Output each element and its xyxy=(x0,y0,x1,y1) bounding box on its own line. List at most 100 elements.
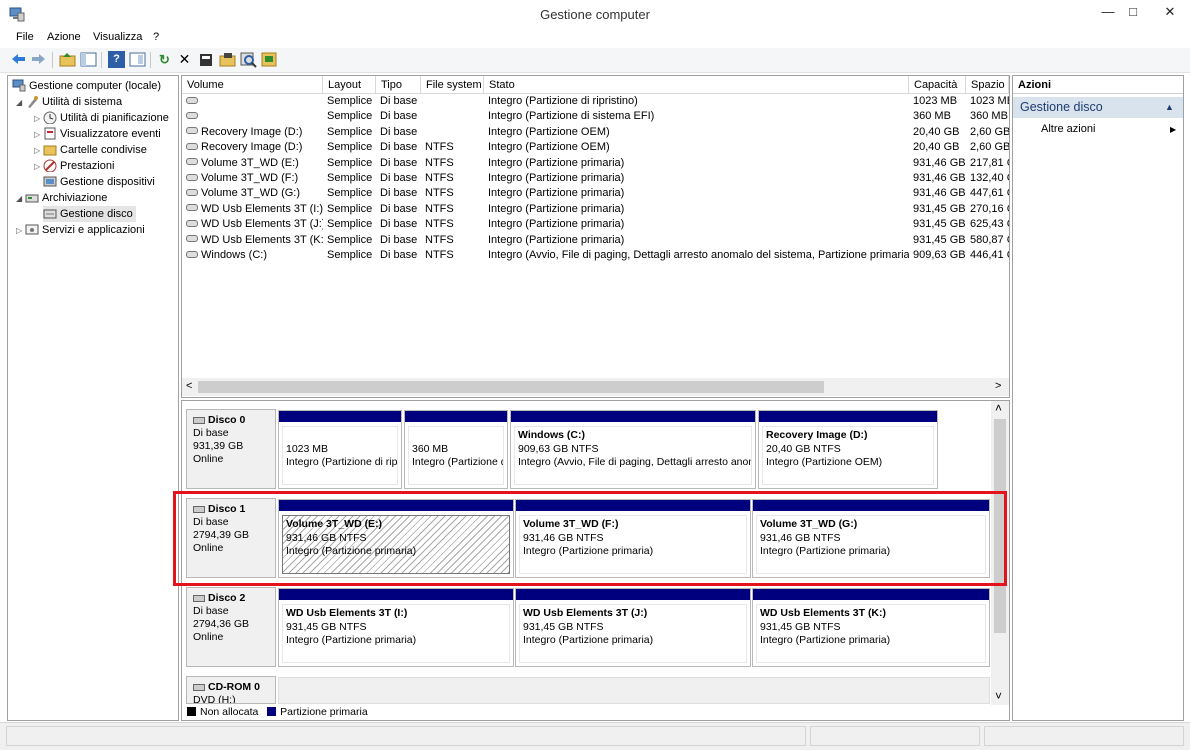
column-header-filesystem[interactable]: File system xyxy=(421,76,484,94)
partition-color-bar xyxy=(279,589,513,600)
cell-spazio: 360 MB xyxy=(970,110,1008,123)
table-row[interactable]: Volume 3T_WD (F:) Semplice Di base NTFS Inte… xyxy=(182,171,1009,186)
table-row[interactable]: WD Usb Elements 3T (J:) Semplice Di base NT… xyxy=(182,217,1009,232)
volume-name: WD Usb Elements 3T (J:) xyxy=(201,218,323,231)
delete-icon[interactable]: ✕ xyxy=(176,51,193,68)
cdrom-media-area[interactable] xyxy=(278,677,990,704)
column-header-volume[interactable]: Volume xyxy=(182,76,323,94)
partition-details: WD Usb Elements 3T (I:) 931,45 GB NTFS I… xyxy=(282,604,510,663)
collapsed-arrow-icon[interactable]: ▷ xyxy=(34,159,43,175)
partition-windows-c[interactable]: Windows (C:) 909,63 GB NTFS Integro (Avv… xyxy=(510,410,756,489)
help-icon[interactable]: ? xyxy=(108,51,125,68)
column-header-layout[interactable]: Layout xyxy=(323,76,376,94)
tree-item-task-scheduler[interactable]: ▷ Utilità di pianificazione xyxy=(34,110,169,126)
collapsed-arrow-icon[interactable]: ▷ xyxy=(16,223,25,239)
disk-name: Disco 0 xyxy=(208,414,246,426)
tree-item-services-apps[interactable]: ▷ Servizi e applicazioni xyxy=(16,222,145,238)
expanded-arrow-icon[interactable]: ◢ xyxy=(16,191,25,207)
volume-name: Windows (C:) xyxy=(201,249,268,261)
table-row[interactable]: Recovery Image (D:) Semplice Di base Integr… xyxy=(182,125,1009,140)
table-row[interactable]: Volume 3T_WD (G:) Semplice Di base NTFS Inte… xyxy=(182,186,1009,201)
maximize-button[interactable]: □ xyxy=(1120,2,1146,22)
search-icon[interactable] xyxy=(240,51,257,68)
menu-visualizza[interactable]: Visualizza xyxy=(93,31,142,43)
partition-color-bar xyxy=(511,411,755,422)
status-cell xyxy=(810,726,980,746)
partition-recovery[interactable]: ​ 1023 MB Integro (Partizione di riprist… xyxy=(278,410,402,489)
properties-icon[interactable] xyxy=(129,51,146,68)
collapsed-arrow-icon[interactable]: ▷ xyxy=(34,143,43,159)
cell-filesystem xyxy=(425,109,484,124)
partition-wd-i[interactable]: WD Usb Elements 3T (I:) 931,45 GB NTFS I… xyxy=(278,588,514,667)
action-more-actions[interactable]: Altre azioni xyxy=(1041,123,1095,135)
minimize-button[interactable]: — xyxy=(1095,2,1121,22)
scroll-right-arrow-icon[interactable]: > xyxy=(995,380,1001,392)
tree-item-performance[interactable]: ▷ Prestazioni xyxy=(34,158,114,174)
column-header-spazio[interactable]: Spazio d xyxy=(966,76,1009,94)
forward-arrow-icon[interactable] xyxy=(30,51,47,68)
column-header-capacita[interactable]: Capacità xyxy=(909,76,966,94)
menu-help[interactable]: ? xyxy=(153,31,159,43)
table-row[interactable]: WD Usb Elements 3T (K:) Semplice Di base NT… xyxy=(182,233,1009,248)
tree-item-disk-management[interactable]: Gestione disco xyxy=(43,206,136,222)
partition-recovery-d[interactable]: Recovery Image (D:) 20,40 GB NTFS Integr… xyxy=(758,410,938,489)
partition-wd-j[interactable]: WD Usb Elements 3T (J:) 931,45 GB NTFS I… xyxy=(515,588,751,667)
expanded-arrow-icon[interactable]: ◢ xyxy=(16,95,25,111)
new-icon[interactable] xyxy=(198,51,215,68)
collapsed-arrow-icon[interactable]: ▷ xyxy=(34,111,43,127)
horizontal-scrollbar[interactable]: < > xyxy=(182,378,1009,396)
tree-item-root[interactable]: Gestione computer (locale) xyxy=(12,78,161,94)
table-row[interactable]: Volume 3T_WD (E:) Semplice Di base NTFS Inte… xyxy=(182,156,1009,171)
collapsed-arrow-icon[interactable]: ▷ xyxy=(34,127,43,143)
partition-label: Windows (C:) xyxy=(518,429,585,441)
table-row[interactable]: Semplice Di base Integro (Partizione di si… xyxy=(182,109,1009,124)
partition-efi[interactable]: ​ 360 MB Integro (Partizione di sistema … xyxy=(404,410,508,489)
partition-details: WD Usb Elements 3T (J:) 931,45 GB NTFS I… xyxy=(519,604,747,663)
back-arrow-icon[interactable] xyxy=(10,51,27,68)
cell-spazio: 2,60 GB xyxy=(970,141,1009,154)
scroll-up-arrow-icon[interactable]: ˄ xyxy=(995,401,1002,415)
actions-section-disk-management[interactable]: Gestione disco ▲ xyxy=(1013,97,1183,118)
cell-tipo: Di base xyxy=(380,110,418,123)
show-tree-icon[interactable] xyxy=(80,51,97,68)
cell-volume: Recovery Image (D:) xyxy=(186,140,323,155)
refresh-icon[interactable]: ↻ xyxy=(156,51,173,68)
menu-azione[interactable]: Azione xyxy=(47,31,81,43)
cell-stato: Integro (Partizione primaria) xyxy=(488,233,625,246)
tree-item-shared-folders[interactable]: ▷ Cartelle condivise xyxy=(34,142,147,158)
scroll-left-arrow-icon[interactable]: < xyxy=(186,380,192,392)
close-button[interactable]: ✕ xyxy=(1157,2,1183,22)
partition-details: ​ 360 MB Integro (Partizione di sistema … xyxy=(408,426,504,485)
disk-info-0[interactable]: Disco 0 Di base 931,39 GB Online xyxy=(186,409,276,489)
tree-item-event-viewer[interactable]: ▷ Visualizzatore eventi xyxy=(34,126,161,142)
cell-volume: Volume 3T_WD (F:) xyxy=(186,171,323,186)
volume-name: Volume 3T_WD (E:) xyxy=(201,156,299,169)
open-icon[interactable] xyxy=(219,51,236,68)
volume-icon xyxy=(186,111,198,119)
cell-spazio: 270,16 G xyxy=(970,202,1009,215)
volume-icon xyxy=(186,204,198,212)
menu-file[interactable]: File xyxy=(16,31,34,43)
table-row[interactable]: Windows (C:) Semplice Di base NTFS Integro (… xyxy=(182,248,1009,263)
column-header-stato[interactable]: Stato xyxy=(484,76,909,94)
export-icon[interactable] xyxy=(261,51,278,68)
table-row[interactable]: WD Usb Elements 3T (I:) Semplice Di base NT… xyxy=(182,202,1009,217)
tree-item-device-manager[interactable]: Gestione dispositivi xyxy=(43,174,155,190)
tree-item-system-tools[interactable]: ◢ Utilità di sistema xyxy=(16,94,122,110)
scroll-down-arrow-icon[interactable]: ˅ xyxy=(995,689,1002,703)
table-row[interactable]: Recovery Image (D:) Semplice Di base NTFS In… xyxy=(182,140,1009,155)
partition-wd-k[interactable]: WD Usb Elements 3T (K:) 931,45 GB NTFS I… xyxy=(752,588,990,667)
tree-label-event-viewer: Visualizzatore eventi xyxy=(60,128,161,140)
up-folder-icon[interactable] xyxy=(59,51,76,68)
tree-item-storage[interactable]: ◢ Archiviazione xyxy=(16,190,107,206)
horizontal-scroll-thumb[interactable] xyxy=(198,381,824,393)
cell-spazio: 580,87 G xyxy=(970,233,1009,246)
table-row[interactable]: Semplice Di base Integro (Partizione di ri… xyxy=(182,94,1009,109)
column-header-tipo[interactable]: Tipo xyxy=(376,76,421,94)
collapse-arrow-icon[interactable]: ▲ xyxy=(1165,97,1174,118)
disk-info-cdrom[interactable]: CD-ROM 0 DVD (H:) xyxy=(186,676,276,704)
cell-capacita: 360 MB xyxy=(913,110,951,123)
actions-section-label: Gestione disco xyxy=(1020,100,1103,114)
actions-pane: Azioni Gestione disco ▲ Altre azioni ▶ xyxy=(1012,75,1184,721)
disk-info-2[interactable]: Disco 2 Di base 2794,36 GB Online xyxy=(186,587,276,667)
